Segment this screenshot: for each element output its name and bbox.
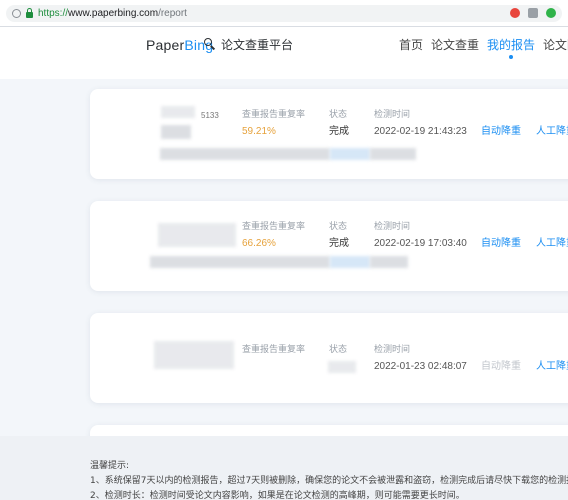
redacted-filename (370, 148, 416, 160)
active-indicator-dot (509, 55, 514, 59)
time-value: 2022-02-19 17:03:40 (374, 238, 467, 249)
extension-red-icon[interactable] (510, 8, 520, 18)
time-value: 2022-02-19 21:43:23 (374, 126, 467, 137)
nav-my-reports[interactable]: 我的报告 (487, 36, 535, 59)
time-label: 检测时间 (374, 345, 411, 355)
site-header: PaperBing 论文查重平台 首页论文查重我的报告论文降重 (0, 27, 568, 79)
redacted-filename (160, 148, 330, 160)
status-value: 完成 (329, 126, 349, 137)
redacted-title (154, 341, 234, 369)
redacted-title (161, 106, 195, 118)
url-host: www.paperbing.com (68, 8, 159, 19)
magnifier-icon (204, 38, 216, 50)
auto-reduce-link: 自动降重 (481, 361, 521, 372)
redacted-filename (370, 256, 408, 268)
rate-label: 查重报告重复率 (242, 345, 306, 355)
status-label: 状态 (329, 110, 348, 120)
redacted-filename (330, 256, 370, 268)
rate-label: 查重报告重复率 (242, 222, 306, 232)
main-nav: 首页论文查重我的报告论文降重 (399, 36, 568, 59)
nav-home[interactable]: 首页 (399, 36, 423, 54)
status-value: 完成 (329, 238, 349, 249)
report-id-fragment: 5133 (201, 111, 219, 120)
address-bar[interactable]: https://www.paperbing.com/report (6, 5, 562, 22)
redacted-filename (150, 256, 330, 268)
tips-line: 2、检测时长：检测时间受论文内容影响，如果是在论文检测的高峰期，则可能需要更长时… (90, 491, 465, 500)
report-card: 查重报告重复率 状态 检测时间 2022-01-23 02:48:07 自动降重… (90, 313, 568, 403)
url-scheme: https:// (38, 8, 69, 19)
extension-green-icon[interactable] (546, 8, 556, 18)
status-label: 状态 (329, 222, 348, 232)
auto-reduce-link[interactable]: 自动降重 (481, 125, 521, 138)
redacted-filename (330, 148, 370, 160)
rate-value: 66.26% (242, 238, 276, 249)
manual-reduce-link[interactable]: 人工降重 (536, 360, 568, 373)
extension-area (502, 8, 556, 19)
nav-reduce-duplication[interactable]: 论文降重 (543, 36, 568, 54)
tips-line: 1、系统保留7天以内的检测报告，超过7天则被删除，确保您的论文不会被泄露和盗窃，… (90, 476, 568, 486)
report-card: 查重报告重复率 66.26% 状态 完成 检测时间 2022-02-19 17:… (90, 201, 568, 291)
manual-reduce-link[interactable]: 人工降重 (536, 237, 568, 250)
browser-toolbar: https://www.paperbing.com/report (0, 0, 568, 27)
manual-reduce-link[interactable]: 人工降重 (536, 125, 568, 138)
time-value: 2022-01-23 02:48:07 (374, 361, 467, 372)
extension-grey-icon[interactable] (528, 8, 538, 18)
redacted-status (328, 361, 356, 373)
rate-value: 59.21% (242, 126, 276, 137)
time-label: 检测时间 (374, 222, 411, 232)
tips-title: 温馨提示: (90, 461, 130, 471)
platform-name: 论文查重平台 (221, 38, 294, 52)
url-path: /report (158, 8, 187, 19)
tips-section: 温馨提示: 1、系统保留7天以内的检测报告，超过7天则被删除，确保您的论文不会被… (0, 436, 568, 500)
nav-paper-check[interactable]: 论文查重 (431, 36, 479, 54)
status-label: 状态 (329, 345, 348, 355)
report-card: 5133 查重报告重复率 59.21% 状态 完成 检测时间 2022-02-1… (90, 89, 568, 179)
redacted-title (161, 125, 191, 139)
redacted-title (158, 223, 236, 247)
rate-label: 查重报告重复率 (242, 110, 306, 120)
site-info-icon[interactable] (12, 9, 21, 18)
lock-icon (26, 8, 33, 18)
auto-reduce-link[interactable]: 自动降重 (481, 237, 521, 250)
url-text[interactable]: https://www.paperbing.com/report (38, 6, 187, 21)
time-label: 检测时间 (374, 110, 411, 120)
